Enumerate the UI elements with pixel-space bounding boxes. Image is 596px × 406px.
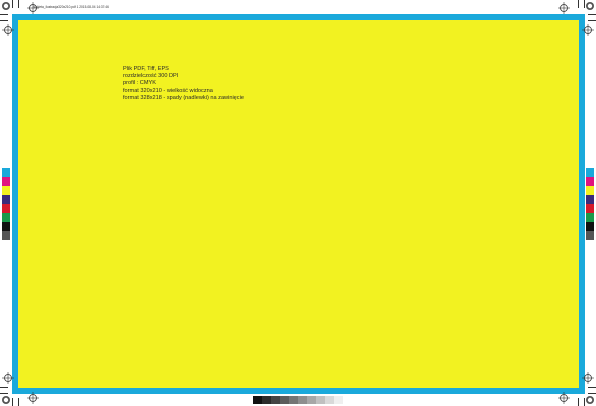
gray-bar-bottom	[253, 396, 343, 404]
registration-mark-icon	[586, 396, 594, 404]
gray-swatch	[271, 396, 280, 404]
gray-swatch	[253, 396, 262, 404]
color-swatch	[586, 186, 594, 195]
crop-mark	[588, 20, 596, 21]
crop-mark	[588, 387, 596, 388]
gray-swatch	[289, 396, 298, 404]
registration-mark-icon	[2, 396, 10, 404]
color-swatch	[2, 213, 10, 222]
crop-mark	[12, 398, 13, 406]
crosshair-target-icon	[2, 372, 14, 384]
color-swatch	[586, 177, 594, 186]
color-swatch	[2, 177, 10, 186]
crosshair-target-icon	[27, 2, 39, 14]
color-swatch	[2, 204, 10, 213]
color-swatch	[586, 168, 594, 177]
crosshair-target-icon	[2, 24, 14, 36]
crosshair-target-icon	[27, 392, 39, 404]
crop-mark	[588, 14, 596, 15]
spec-bleed-format: format 328x218 - spady (nadlewki) na zaw…	[123, 94, 244, 101]
color-swatch	[586, 213, 594, 222]
print-specs: Plik PDF, Tiff, EPS rozdzielczość 300 DP…	[123, 66, 244, 102]
gray-swatch	[262, 396, 271, 404]
color-bar-right	[586, 168, 594, 240]
registration-mark-icon	[586, 2, 594, 10]
crop-mark	[0, 387, 8, 388]
crosshair-target-icon	[558, 392, 570, 404]
gray-swatch	[334, 396, 343, 404]
gray-swatch	[325, 396, 334, 404]
color-swatch	[586, 204, 594, 213]
color-swatch	[2, 195, 10, 204]
crop-mark	[578, 0, 579, 8]
color-swatch	[2, 222, 10, 231]
crop-mark	[578, 398, 579, 406]
color-swatch	[586, 195, 594, 204]
spec-visible-format: format 320x210 - wielkość widoczna	[123, 87, 213, 94]
crosshair-target-icon	[558, 2, 570, 14]
trim-area	[18, 20, 579, 388]
registration-mark-icon	[2, 2, 10, 10]
crop-mark	[18, 398, 19, 406]
color-swatch	[586, 231, 594, 240]
crosshair-target-icon	[582, 372, 594, 384]
gray-swatch	[316, 396, 325, 404]
color-swatch	[2, 186, 10, 195]
job-info-header: Nakleta_ilustracja320x210.pdf 1 2015-08-…	[33, 5, 109, 9]
spec-file-formats: Plik PDF, Tiff, EPS	[123, 66, 169, 72]
crop-mark	[12, 0, 13, 8]
crop-mark	[0, 14, 8, 15]
color-swatch	[2, 231, 10, 240]
crop-mark	[18, 0, 19, 8]
crop-mark	[0, 20, 8, 21]
gray-swatch	[298, 396, 307, 404]
crosshair-target-icon	[582, 24, 594, 36]
spec-color-profile: profil : CMYK	[123, 80, 156, 87]
gray-swatch	[307, 396, 316, 404]
color-swatch	[586, 222, 594, 231]
color-swatch	[2, 168, 10, 177]
color-bar-left	[2, 168, 10, 240]
spec-resolution: rozdzielczość 300 DPI	[123, 73, 179, 80]
gray-swatch	[280, 396, 289, 404]
